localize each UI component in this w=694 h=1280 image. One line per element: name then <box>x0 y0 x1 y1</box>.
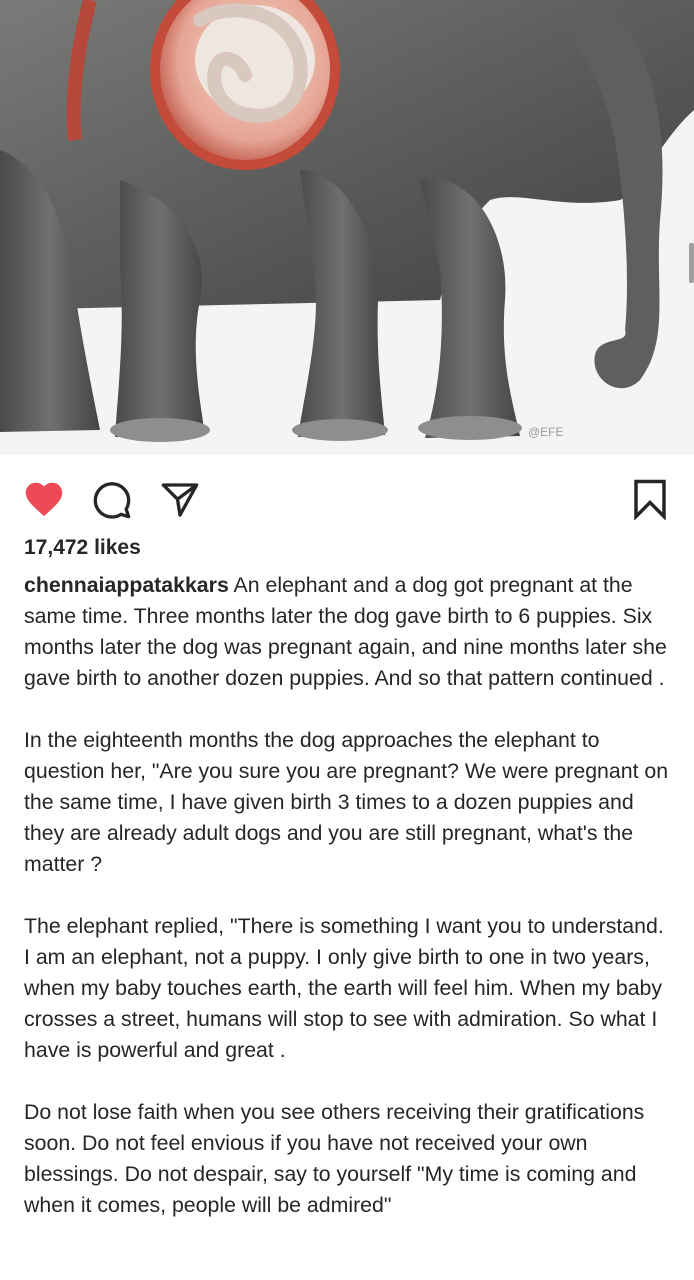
heart-filled-icon[interactable] <box>22 478 66 523</box>
caption-paragraph: The elephant replied, "There is somethin… <box>24 914 664 1062</box>
scroll-indicator[interactable] <box>689 243 694 283</box>
caption-paragraph: Do not lose faith when you see others re… <box>24 1100 645 1217</box>
post-image[interactable]: @EFE <box>0 0 694 455</box>
caption-paragraph: chennaiappatakkars An elephant and a dog… <box>24 570 674 694</box>
post-caption: chennaiappatakkars An elephant and a dog… <box>24 570 674 1252</box>
likes-count[interactable]: 17,472 likes <box>24 536 141 560</box>
action-bar <box>0 470 694 530</box>
caption-username[interactable]: chennaiappatakkars <box>24 573 229 597</box>
paper-plane-icon[interactable] <box>160 480 200 525</box>
comment-bubble-icon[interactable] <box>92 480 132 525</box>
caption-paragraph: In the eighteenth months the dog approac… <box>24 728 669 876</box>
elephant-illustration: @EFE <box>0 0 694 442</box>
bookmark-icon[interactable] <box>631 478 669 525</box>
watermark: @EFE <box>528 425 564 439</box>
